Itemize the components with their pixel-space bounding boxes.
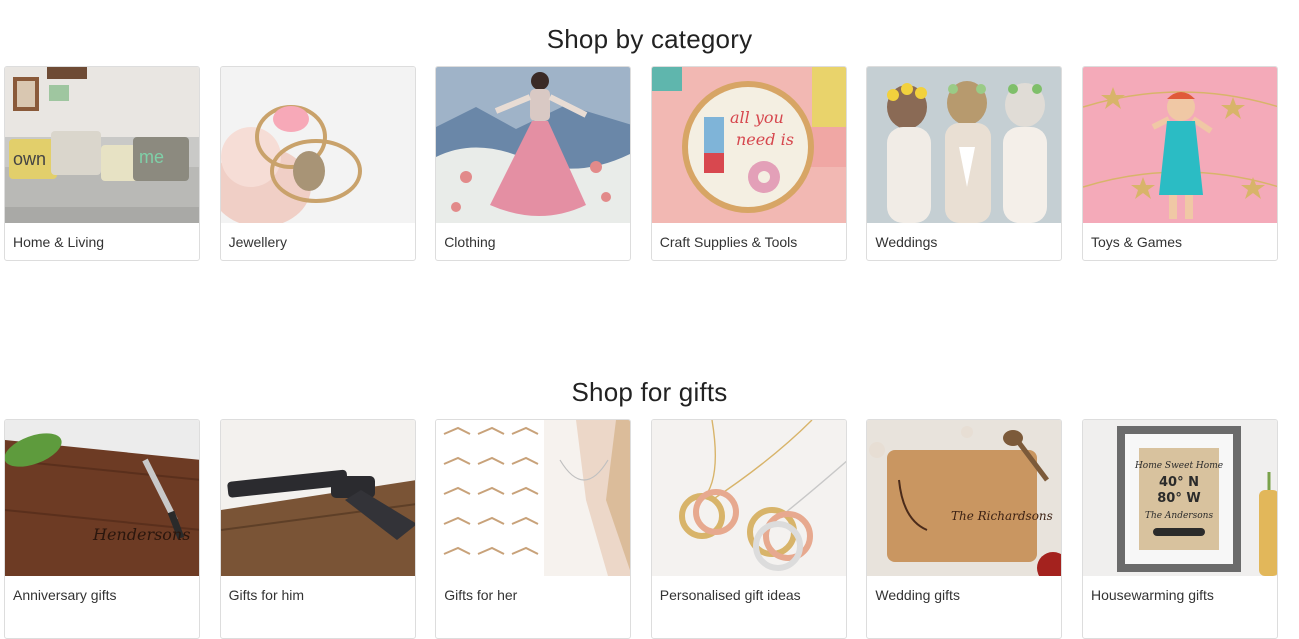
gift-label: Wedding gifts [875,587,960,603]
svg-text:Hendersons: Hendersons [92,525,190,544]
category-label: Craft Supplies & Tools [659,234,798,250]
section-title-shop-by-category: Shop by category [546,23,753,54]
anniversary-gifts-image: Hendersons [5,420,199,576]
svg-text:The Andersons: The Andersons [1145,511,1214,521]
svg-text:all you: all you [730,108,784,127]
category-grid: own me Home & Living Jewellery Clothing … [4,66,1298,261]
category-card-home-living[interactable]: own me Home & Living [4,66,200,261]
gift-card-anniversary[interactable]: Hendersons Anniversary gifts [4,419,200,639]
category-label: Clothing [444,234,496,250]
svg-text:own: own [13,149,46,169]
category-card-jewellery[interactable]: Jewellery [219,66,416,261]
section-title-shop-for-gifts: Shop for gifts [571,376,728,407]
gift-card-personalised[interactable]: Personalised gift ideas [650,419,847,639]
category-card-clothing[interactable]: Clothing [435,66,632,261]
housewarming-gifts-image: Home Sweet Home 40° N 80° W The Anderson… [1082,420,1277,576]
svg-text:80° W: 80° W [1157,491,1200,506]
gift-label: Gifts for her [444,587,518,603]
svg-text:The Richardsons: The Richardsons [951,509,1053,523]
category-card-toys-games[interactable]: Toys & Games [1081,66,1278,261]
svg-text:me: me [139,147,164,167]
weddings-image [867,67,1062,223]
category-label: Home & Living [13,234,105,250]
gifts-grid: Hendersons Anniversary gifts Gifts for h… [4,419,1298,639]
gift-label: Gifts for him [228,587,305,603]
jewellery-image [220,67,415,223]
category-label: Weddings [875,234,938,250]
gift-label: Housewarming gifts [1090,587,1214,603]
personalised-gift-ideas-image [651,420,846,576]
gift-label: Personalised gift ideas [659,587,801,603]
toys-games-image [1082,67,1277,223]
svg-text:40° N: 40° N [1159,475,1199,490]
home-living-image: own me [5,67,199,223]
gift-card-for-him[interactable]: Gifts for him [219,419,416,639]
clothing-image [436,67,631,223]
craft-supplies-image: all you need is [651,67,846,223]
svg-text:need is: need is [736,130,794,149]
gifts-for-him-image [220,420,415,576]
category-card-craft-supplies[interactable]: all you need is Craft Supplies & Tools [650,66,847,261]
svg-text:Home Sweet Home: Home Sweet Home [1134,461,1223,471]
gift-card-wedding[interactable]: The Richardsons Wedding gifts [866,419,1063,639]
category-label: Jewellery [228,234,287,250]
gift-card-for-her[interactable]: Gifts for her [435,419,632,639]
category-label: Toys & Games [1090,234,1182,250]
gift-card-housewarming[interactable]: Home Sweet Home 40° N 80° W The Anderson… [1081,419,1278,639]
gifts-for-her-image [436,420,631,576]
gift-label: Anniversary gifts [13,587,117,603]
category-card-weddings[interactable]: Weddings [866,66,1063,261]
wedding-gifts-image: The Richardsons [867,420,1062,576]
